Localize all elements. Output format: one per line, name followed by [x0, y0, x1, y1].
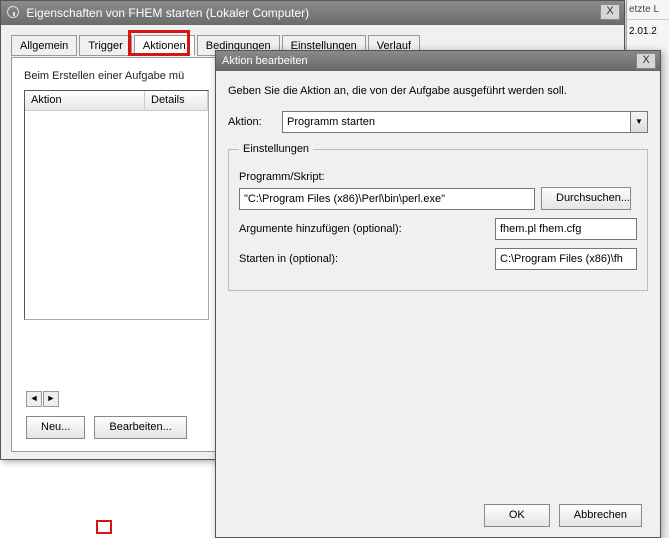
hscroll: ◄ ► [26, 391, 59, 407]
settings-legend: Einstellungen [239, 143, 313, 155]
startin-label: Starten in (optional): [239, 253, 495, 265]
edit-button[interactable]: Bearbeiten... [94, 416, 186, 439]
tab-aktionen[interactable]: Aktionen [134, 35, 195, 56]
scroll-left-icon[interactable]: ◄ [26, 391, 42, 407]
col-details[interactable]: Details [145, 91, 208, 110]
col-aktion[interactable]: Aktion [25, 91, 145, 110]
description: Geben Sie die Aktion an, die von der Auf… [228, 85, 648, 97]
dialog-body: Geben Sie die Aktion an, die von der Auf… [216, 71, 660, 305]
program-input[interactable]: "C:\Program Files (x86)\Perl\bin\perl.ex… [239, 188, 535, 210]
program-label: Programm/Skript: [239, 171, 637, 183]
action-row: Aktion: Programm starten ▼ [228, 111, 648, 133]
list-header: Aktion Details [25, 91, 208, 111]
tab-allgemein[interactable]: Allgemein [11, 35, 77, 56]
action-combo[interactable]: Programm starten ▼ [282, 111, 648, 133]
ok-button[interactable]: OK [484, 504, 550, 527]
scroll-right-icon[interactable]: ► [43, 391, 59, 407]
titlebar: Aktion bearbeiten X [216, 51, 660, 71]
titlebar: Eigenschaften von FHEM starten (Lokaler … [1, 1, 624, 25]
chevron-down-icon[interactable]: ▼ [630, 112, 647, 132]
new-button[interactable]: Neu... [26, 416, 85, 439]
action-combo-value: Programm starten [287, 116, 375, 128]
highlight-small [96, 520, 112, 534]
action-label: Aktion: [228, 116, 282, 128]
window-title: Eigenschaften von FHEM starten (Lokaler … [26, 6, 309, 20]
sliver-header: etzte L [627, 0, 669, 20]
args-label: Argumente hinzufügen (optional): [239, 223, 495, 235]
edit-action-window: Aktion bearbeiten X Geben Sie die Aktion… [215, 50, 661, 538]
settings-fieldset: Einstellungen Programm/Skript: "C:\Progr… [228, 143, 648, 291]
tab-trigger[interactable]: Trigger [79, 35, 131, 56]
close-icon[interactable]: X [636, 53, 656, 69]
cancel-button[interactable]: Abbrechen [559, 504, 642, 527]
close-icon[interactable]: X [600, 4, 620, 20]
window-title: Aktion bearbeiten [222, 55, 308, 67]
sliver-date: 2.01.2 [627, 20, 669, 43]
button-row: Neu... Bearbeiten... [26, 416, 193, 439]
browse-button[interactable]: Durchsuchen... [541, 187, 631, 210]
startin-input[interactable]: C:\Program Files (x86)\fh [495, 248, 637, 270]
actions-list[interactable]: Aktion Details [24, 90, 209, 320]
dialog-footer: OK Abbrechen [484, 504, 648, 527]
info-icon [7, 6, 19, 18]
args-input[interactable]: fhem.pl fhem.cfg [495, 218, 637, 240]
